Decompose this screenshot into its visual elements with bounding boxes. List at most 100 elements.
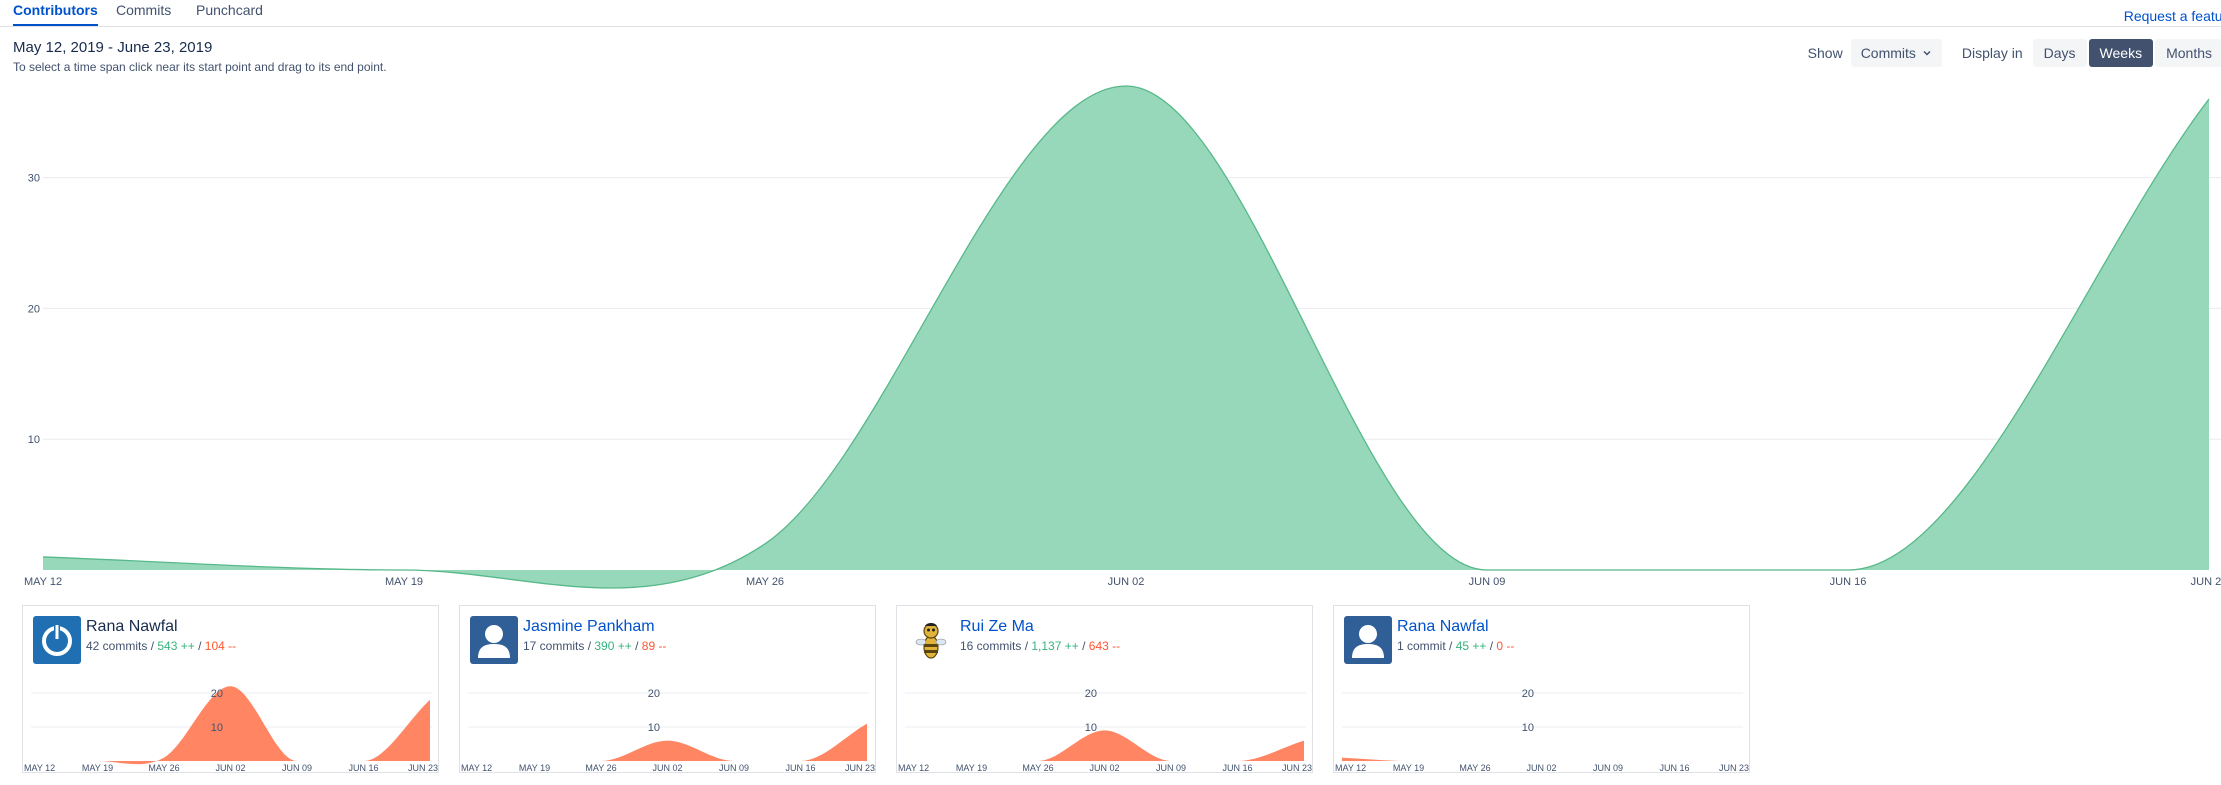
y-tick-label: 20 [28,303,40,315]
date-range-title: May 12, 2019 - June 23, 2019 [13,39,213,56]
display-days-button[interactable]: Days [2032,39,2087,67]
display-in-label: Display in [1961,45,2023,61]
x-tick-label: MAY 19 [82,763,113,773]
display-weeks-button[interactable]: Weeks [2088,39,2154,67]
contributor-mini-chart: 10 20 MAY 12 MAY 19 MAY 26 JUN 02 JUN 09 JUN 16… [1335,688,1749,773]
tab-bar: Contributors Commits Punchcard Request a… [0,0,2221,27]
contributor-card: Jasmine Pankham 17 commits / 390 ++ / 89… [459,605,876,773]
y-tick-label: 10 [1085,722,1097,734]
commit-count: 16 commits [960,639,1022,653]
x-tick-label: JUN 16 [1659,763,1689,773]
contributor-name-link[interactable]: Rana Nawfal [1397,618,1489,636]
tab-contributors[interactable]: Contributors [13,2,98,26]
series-area [31,686,430,765]
additions-count: 390 ++ [594,639,632,653]
x-tick-label: MAY 19 [519,763,550,773]
contributor-name-link[interactable]: Jasmine Pankham [523,618,655,636]
series-area [905,730,1304,761]
x-tick-label: JUN 23 [2191,576,2221,588]
contributor-mini-chart: 10 20 MAY 12 MAY 19 MAY 26 JUN 02 JUN 09 JUN 16… [898,688,1312,773]
x-tick-label: MAY 26 [746,576,784,588]
bee-avatar-icon [907,616,955,664]
y-tick-label: 10 [28,434,40,446]
y-tick-label: 10 [1522,722,1534,734]
x-tick-label: JUN 02 [215,763,245,773]
x-tick-label: JUN 16 [348,763,378,773]
contributor-card: Rui Ze Ma 16 commits / 1,137 ++ / 643 --… [896,605,1313,773]
x-tick-label: JUN 16 [785,763,815,773]
x-tick-label: JUN 09 [1156,763,1186,773]
commit-count: 17 commits [523,639,585,653]
show-select[interactable]: Commits [1850,39,1942,67]
deletions-count: 0 -- [1496,639,1515,653]
x-tick-label: JUN 23 [1282,763,1312,773]
person-avatar-icon [1344,616,1392,664]
x-tick-label: MAY 26 [1459,763,1490,773]
additions-count: 543 ++ [157,639,195,653]
additions-count: 45 ++ [1455,639,1487,653]
display-toggle: Days Weeks Months [2031,39,2221,67]
y-tick-label: 20 [1522,688,1534,700]
x-tick-label: MAY 19 [1393,763,1424,773]
contributor-stats: 42 commits / 543 ++ / 104 -- [86,639,237,653]
x-tick-label: JUN 02 [1526,763,1556,773]
tab-punchcard[interactable]: Punchcard [196,2,263,24]
x-tick-label: MAY 12 [1335,763,1366,773]
x-tick-label: JUN 23 [1719,763,1749,773]
y-tick-label: 20 [1085,688,1097,700]
deletions-count: 643 -- [1088,639,1121,653]
x-tick-label: JUN 23 [408,763,438,773]
show-select-value: Commits [1860,45,1916,61]
x-tick-label: JUN 09 [1469,576,1506,588]
x-tick-label: JUN 02 [1089,763,1119,773]
x-tick-label: MAY 12 [24,763,55,773]
contributor-stats: 17 commits / 390 ++ / 89 -- [523,639,667,653]
x-tick-label: JUN 09 [282,763,312,773]
x-tick-label: MAY 26 [1022,763,1053,773]
chevron-down-icon [1923,50,1931,56]
additions-count: 1,137 ++ [1031,639,1079,653]
x-tick-label: JUN 02 [1108,576,1145,588]
x-tick-label: JUN 02 [652,763,682,773]
deletions-count: 104 -- [204,639,237,653]
x-tick-label: JUN 16 [1830,576,1867,588]
contributor-mini-chart: 10 20 MAY 12 MAY 19 MAY 26 JUN 02 JUN 09 JUN 16… [24,686,438,773]
contributor-stats: 16 commits / 1,137 ++ / 643 -- [960,639,1121,653]
tab-commits[interactable]: Commits [116,2,171,24]
show-label: Show [1807,45,1843,61]
person-avatar-icon [470,616,518,664]
display-months-button[interactable]: Months [2155,39,2221,67]
commit-count: 1 commit [1397,639,1446,653]
x-tick-label: JUN 09 [719,763,749,773]
contributor-name-link[interactable]: Rui Ze Ma [960,618,1034,636]
x-tick-label: MAY 12 [24,576,62,588]
series-area [43,86,2209,589]
deletions-count: 89 -- [641,639,667,653]
commit-count: 42 commits [86,639,148,653]
y-tick-label: 20 [648,688,660,700]
contributor-name: Rana Nawfal [86,618,178,635]
contributor-card: Rana Nawfal 42 commits / 543 ++ / 104 --… [22,605,439,773]
contributor-mini-chart: 10 20 MAY 12 MAY 19 MAY 26 JUN 02 JUN 09 JUN 16… [461,688,875,773]
y-tick-label: 30 [28,173,40,185]
x-tick-label: MAY 26 [148,763,179,773]
x-tick-label: MAY 12 [898,763,929,773]
y-tick-label: 10 [211,722,223,734]
x-tick-label: JUN 09 [1593,763,1623,773]
x-tick-label: MAY 19 [385,576,423,588]
x-tick-label: MAY 26 [585,763,616,773]
series-area [1342,757,1741,761]
x-tick-label: MAY 19 [956,763,987,773]
chart-controls: Show Commits Display in Days Weeks Month… [1808,38,2221,68]
x-tick-label: MAY 12 [461,763,492,773]
series-area [468,723,867,761]
y-tick-label: 10 [648,722,660,734]
request-feature-link[interactable]: Request a feature [2124,8,2221,24]
x-tick-label: JUN 16 [1222,763,1252,773]
contributor-card: Rana Nawfal 1 commit / 45 ++ / 0 -- 10 20… [1333,605,1750,773]
contributor-stats: 1 commit / 45 ++ / 0 -- [1397,639,1515,653]
commits-area-chart[interactable]: 10 20 30 MAY 12 MAY 19 MAY 26 JUN 02 JUN 09 JUN … [0,70,2221,590]
power-avatar-icon [33,616,81,664]
x-tick-label: JUN 23 [845,763,875,773]
y-tick-label: 20 [211,688,223,700]
